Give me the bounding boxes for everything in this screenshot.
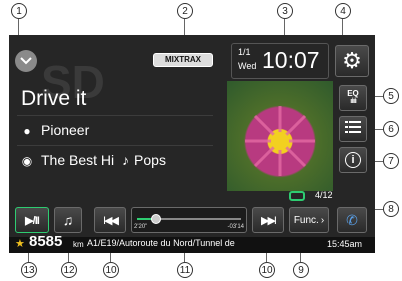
- album-art: [227, 81, 333, 191]
- artist-name: Pioneer: [41, 122, 90, 138]
- callout-12: 12: [61, 262, 77, 278]
- clock-display: 1/1 Wed 10:07: [231, 43, 329, 79]
- player-screen: SD MIXTRAX 1/1 Wed 10:07 ⚙ Drive it ● Pio…: [9, 35, 375, 253]
- callout-2: 2: [177, 3, 193, 19]
- collapse-button[interactable]: [15, 50, 37, 72]
- phone-icon: ✆: [346, 211, 358, 228]
- distance-value: 8585: [29, 233, 63, 250]
- road-name: A1/E19/Autoroute du Nord/Tunnel de: [87, 238, 235, 248]
- guitar-icon: ♪: [122, 152, 130, 168]
- previous-track-button[interactable]: I◀◀: [94, 207, 126, 233]
- info-icon: i: [345, 152, 361, 168]
- track-counter: 4/12: [315, 190, 333, 200]
- genre-name: Pops: [134, 152, 166, 168]
- callout-9: 9: [293, 262, 309, 278]
- callout-6: 6: [383, 121, 399, 137]
- star-icon: ★: [15, 238, 25, 250]
- album-row: ◉ The Best Hi ♪ Pops: [21, 152, 166, 168]
- disc-icon: ◉: [21, 154, 33, 168]
- eq-label: EQ: [347, 89, 359, 98]
- seek-bar[interactable]: 2'20" -03'14: [131, 207, 247, 233]
- callout-11: 11: [177, 262, 193, 278]
- callout-8: 8: [383, 201, 399, 217]
- callout-10a: 10: [103, 262, 119, 278]
- func-button[interactable]: Func. ›: [289, 207, 329, 233]
- callout-4: 4: [335, 3, 351, 19]
- track-title: Drive it: [21, 87, 87, 110]
- callout-3: 3: [277, 3, 293, 19]
- shuffle-repeat-button[interactable]: ♫: [54, 207, 82, 233]
- info-button[interactable]: i: [339, 147, 367, 173]
- mixtrax-button[interactable]: MIXTRAX: [153, 53, 213, 67]
- settings-button[interactable]: ⚙: [335, 45, 369, 77]
- status-clock: 15:45am: [327, 239, 363, 249]
- clock-date: 1/1: [238, 47, 251, 57]
- clock-time: 10:07: [262, 47, 320, 73]
- eq-button[interactable]: EQ ıılıılı: [339, 85, 367, 111]
- chevron-right-icon: ›: [320, 214, 325, 226]
- callout-10b: 10: [259, 262, 275, 278]
- callout-7: 7: [383, 153, 399, 169]
- func-label: Func.: [293, 214, 319, 226]
- list-button[interactable]: [339, 116, 367, 142]
- distance-unit: km: [73, 240, 84, 249]
- repeat-icon: [289, 191, 305, 201]
- phone-button[interactable]: ✆: [337, 207, 367, 233]
- skip-next-icon: ▶▶I: [261, 214, 277, 227]
- equalizer-icon: ıılıılı: [350, 98, 357, 105]
- play-pause-icon: ▶/II: [25, 214, 40, 227]
- music-shuffle-icon: ♫: [62, 212, 74, 228]
- callout-5: 5: [383, 88, 399, 104]
- clock-weekday: Wed: [238, 61, 257, 71]
- callout-13: 13: [21, 262, 37, 278]
- person-icon: ●: [23, 124, 31, 138]
- remaining-time: -03'14: [227, 224, 245, 230]
- list-icon: [345, 120, 361, 139]
- next-track-button[interactable]: ▶▶I: [252, 207, 284, 233]
- play-pause-button[interactable]: ▶/II: [15, 207, 49, 233]
- album-name: The Best Hi: [41, 152, 115, 168]
- artist-row: ● Pioneer: [21, 122, 89, 138]
- chevron-down-icon: [20, 52, 32, 70]
- skip-previous-icon: I◀◀: [103, 214, 119, 227]
- elapsed-time: 2'20": [134, 224, 148, 230]
- seek-handle[interactable]: [150, 214, 161, 224]
- callout-1: 1: [11, 3, 27, 19]
- gears-icon: ⚙: [342, 48, 362, 73]
